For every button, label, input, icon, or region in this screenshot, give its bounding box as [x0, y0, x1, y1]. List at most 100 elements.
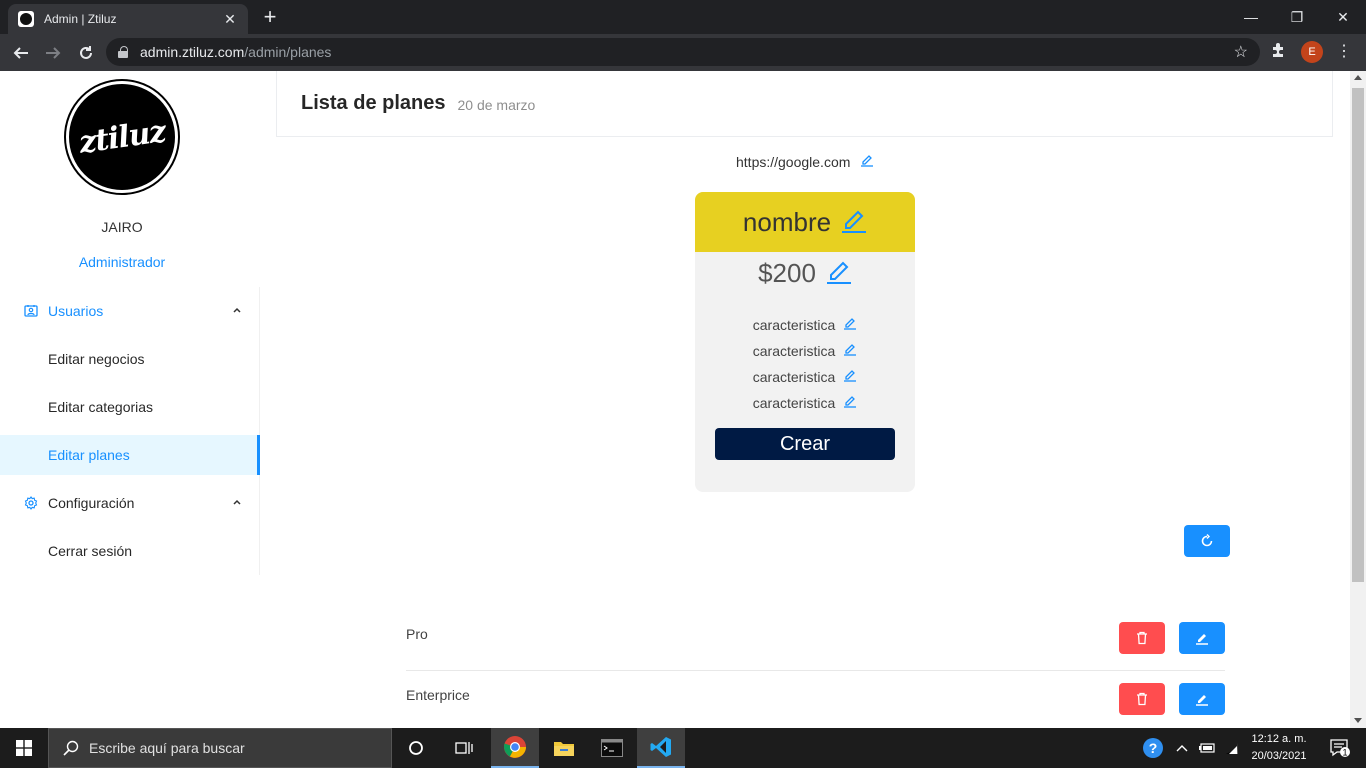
- edit-icon: [1196, 695, 1208, 706]
- refresh-button[interactable]: [1184, 525, 1230, 557]
- browser-toolbar: admin.ztiluz.com/admin/planes ☆ E ⋮: [0, 34, 1366, 71]
- taskbar-search-placeholder: Escribe aquí para buscar: [89, 740, 245, 756]
- menu-editar-negocios-label: Editar negocios: [48, 351, 145, 367]
- plan-card-header: nombre: [695, 192, 915, 252]
- edit-icon: [1196, 634, 1208, 645]
- site-favicon-icon: [18, 11, 34, 27]
- url-host: admin.ztiluz.com: [140, 44, 245, 60]
- gear-icon: [24, 496, 38, 510]
- windows-taskbar: Escribe aquí para buscar ? 12:12 a. m. 2…: [0, 728, 1366, 768]
- browser-tabbar: Admin | Ztiluz ✕ + — ❐ ✕: [0, 0, 1366, 34]
- back-arrow-icon[interactable]: [8, 40, 34, 66]
- task-view-icon[interactable]: [440, 728, 488, 768]
- notifications-icon[interactable]: 1: [1320, 728, 1360, 768]
- edit-feature-icon[interactable]: [843, 316, 857, 333]
- scroll-down-arrow-icon[interactable]: [1354, 718, 1362, 723]
- edit-plan-button[interactable]: [1179, 622, 1225, 654]
- vscode-icon[interactable]: [637, 728, 685, 768]
- scroll-thumb[interactable]: [1352, 88, 1364, 582]
- plan-list-item: Enterprice: [406, 671, 1225, 728]
- profile-avatar[interactable]: E: [1301, 41, 1323, 63]
- edit-plan-name-icon[interactable]: [841, 207, 867, 238]
- clock-date: 20/03/2021: [1251, 750, 1307, 762]
- menu-usuarios-label: Usuarios: [48, 303, 104, 319]
- tab-title: Admin | Ztiluz: [44, 12, 117, 26]
- file-explorer-icon[interactable]: [540, 728, 588, 768]
- sidebar: ztiluz JAIRO Administrador Usuarios Edit…: [0, 71, 260, 728]
- plan-name: nombre: [742, 206, 832, 237]
- edit-feature-icon[interactable]: [843, 342, 857, 359]
- side-menu: Usuarios Editar negocios Editar categori…: [0, 287, 260, 575]
- taskbar-search-box[interactable]: Escribe aquí para buscar: [48, 728, 392, 768]
- edit-plan-price-icon[interactable]: [826, 258, 852, 289]
- scroll-up-arrow-icon[interactable]: [1354, 75, 1362, 80]
- restore-button[interactable]: ❐: [1274, 0, 1320, 34]
- url-path: /admin/planes: [244, 44, 332, 60]
- menu-usuarios[interactable]: Usuarios: [0, 291, 259, 331]
- plan-feature-label: caracteristica: [752, 342, 836, 359]
- svg-text:?: ?: [1149, 740, 1158, 756]
- battery-icon[interactable]: [1196, 728, 1218, 768]
- plan-feature: caracteristica: [695, 394, 915, 411]
- wifi-icon[interactable]: [1222, 728, 1242, 768]
- notification-count: 1: [1342, 748, 1347, 758]
- logo-text: ztiluz: [76, 113, 168, 161]
- bookmark-star-icon[interactable]: ☆: [1234, 42, 1248, 62]
- menu-configuracion-label: Configuración: [48, 495, 135, 511]
- new-tab-button[interactable]: +: [258, 6, 282, 28]
- refresh-icon: [1201, 534, 1213, 547]
- window-close-button[interactable]: ✕: [1320, 0, 1366, 34]
- menu-configuracion[interactable]: Configuración: [0, 483, 259, 523]
- menu-editar-categorias[interactable]: Editar categorias: [0, 387, 259, 427]
- crear-button[interactable]: Crear: [715, 428, 895, 460]
- browser-menu-icon[interactable]: ⋮: [1336, 41, 1352, 61]
- plan-feature: caracteristica: [695, 368, 915, 385]
- edit-link-icon[interactable]: [860, 153, 874, 170]
- plan-list-name: Pro: [406, 626, 428, 642]
- delete-plan-button[interactable]: [1119, 622, 1165, 654]
- user-card-icon: [24, 304, 38, 318]
- plan-feature: caracteristica: [695, 342, 915, 359]
- edit-feature-icon[interactable]: [843, 368, 857, 385]
- plan-list-name: Enterprice: [406, 687, 470, 703]
- chevron-up-icon: [232, 497, 242, 510]
- plan-feature-label: caracteristica: [752, 316, 836, 333]
- plan-feature-label: caracteristica: [752, 394, 836, 411]
- trash-icon: [1137, 631, 1147, 645]
- chrome-taskbar-icon[interactable]: [491, 728, 539, 768]
- cortana-icon[interactable]: [392, 728, 440, 768]
- edit-plan-button[interactable]: [1179, 683, 1225, 715]
- edit-feature-icon[interactable]: [843, 394, 857, 411]
- chevron-up-icon: [232, 305, 242, 318]
- windows-start-button[interactable]: [0, 728, 48, 768]
- plan-price: $200: [758, 258, 816, 288]
- page-scrollbar[interactable]: [1350, 71, 1366, 728]
- tab-close-icon[interactable]: ✕: [222, 11, 238, 28]
- menu-cerrar-sesion[interactable]: Cerrar sesión: [0, 531, 259, 571]
- extensions-puzzle-icon[interactable]: [1270, 42, 1286, 62]
- minimize-button[interactable]: —: [1228, 0, 1274, 34]
- clock-time: 12:12 a. m.: [1251, 733, 1307, 745]
- ztiluz-logo: ztiluz: [66, 81, 178, 193]
- address-bar[interactable]: admin.ztiluz.com/admin/planes ☆: [106, 38, 1260, 66]
- menu-editar-planes[interactable]: Editar planes: [0, 435, 260, 475]
- forward-arrow-icon[interactable]: [40, 40, 66, 66]
- menu-editar-categorias-label: Editar categorias: [48, 399, 154, 415]
- link-row: https://google.com: [736, 153, 874, 170]
- page-title: Lista de planes: [301, 92, 446, 114]
- user-name: JAIRO: [101, 219, 143, 235]
- plan-feature-label: caracteristica: [752, 368, 836, 385]
- page-subtitle: 20 de marzo: [457, 96, 536, 113]
- taskbar-clock[interactable]: 12:12 a. m. 20/03/2021: [1240, 731, 1318, 765]
- reload-icon[interactable]: [73, 40, 99, 66]
- help-icon[interactable]: ?: [1140, 728, 1166, 768]
- page-header: Lista de planes 20 de marzo: [276, 71, 1333, 137]
- browser-tab[interactable]: Admin | Ztiluz ✕: [8, 4, 248, 34]
- plan-card: nombre $200 caracteristica caracteristic…: [695, 192, 915, 492]
- delete-plan-button[interactable]: [1119, 683, 1165, 715]
- show-hidden-icons-chevron-icon[interactable]: [1172, 728, 1192, 768]
- menu-editar-negocios[interactable]: Editar negocios: [0, 339, 259, 379]
- user-role: Administrador: [78, 254, 166, 270]
- trash-icon: [1137, 692, 1147, 706]
- terminal-icon[interactable]: [588, 728, 636, 768]
